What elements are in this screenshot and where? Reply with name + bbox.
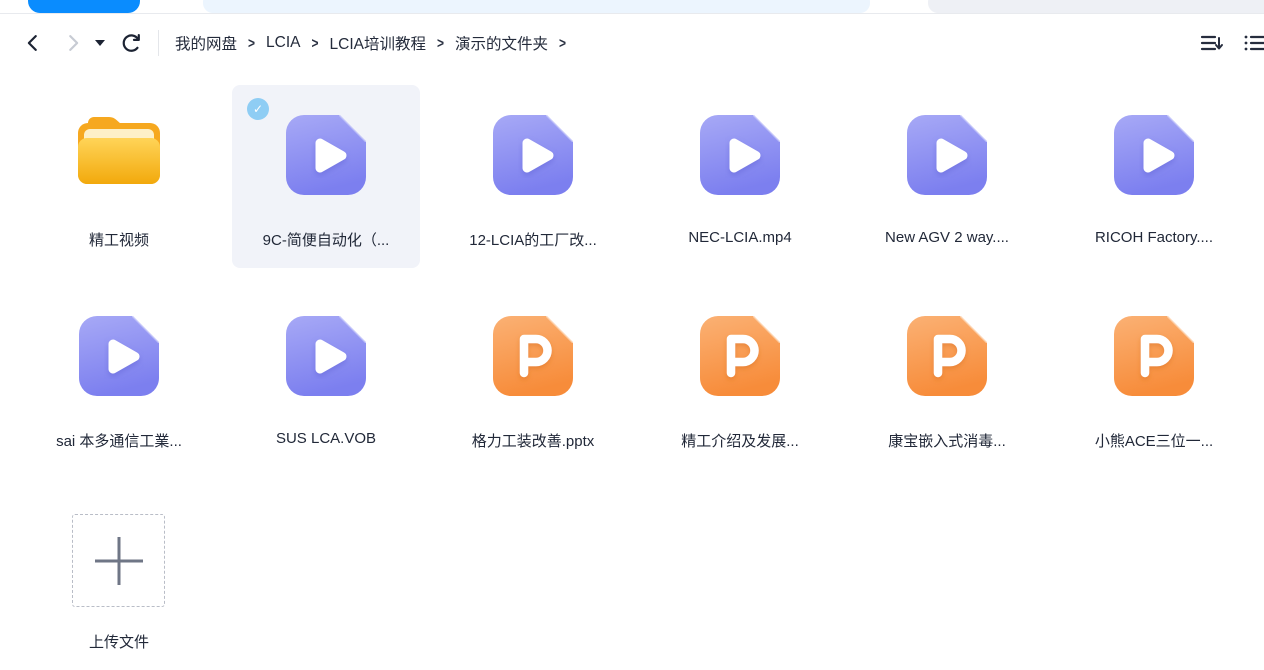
refresh-icon [120, 32, 143, 55]
plus-icon [91, 533, 147, 589]
file-tile-ppt[interactable]: 精工介绍及发展... [646, 286, 834, 469]
toolbar-divider [158, 30, 159, 56]
file-name: RICOH Factory.... [1060, 229, 1248, 246]
breadcrumb-item[interactable]: 演示的文件夹 [455, 32, 548, 54]
file-name: SUS LCA.VOB [232, 430, 420, 447]
file-name: 小熊ACE三位一... [1060, 430, 1248, 451]
ppt-file-icon [491, 314, 575, 398]
folder-icon [72, 112, 166, 190]
forward-icon [62, 32, 84, 54]
file-tile-ppt[interactable]: 格力工装改善.pptx [439, 286, 627, 469]
video-file-icon [491, 113, 575, 197]
history-caret-icon [95, 40, 105, 46]
inactive-tab[interactable] [203, 0, 870, 13]
upload-file-tile[interactable]: 上传文件 [25, 487, 213, 670]
active-tab-pill[interactable] [28, 0, 140, 13]
file-tile-video[interactable]: 12-LCIA的工厂改... [439, 85, 627, 268]
history-dropdown-button[interactable] [92, 30, 108, 56]
inactive-tab-right[interactable] [928, 0, 1264, 13]
ppt-file-icon [698, 314, 782, 398]
file-name: 精工介绍及发展... [646, 430, 834, 451]
list-view-button[interactable] [1240, 28, 1264, 58]
file-tile-ppt[interactable]: 小熊ACE三位一... [1060, 286, 1248, 469]
file-name: 12-LCIA的工厂改... [439, 229, 627, 250]
breadcrumb-separator-icon: > [248, 34, 255, 52]
toolbar-right [1196, 14, 1264, 72]
upload-label: 上传文件 [25, 631, 213, 652]
breadcrumb-separator-icon: > [559, 34, 566, 52]
file-tile-video[interactable]: New AGV 2 way.... [853, 85, 1041, 268]
selected-check-badge[interactable]: ✓ [247, 98, 269, 120]
breadcrumb-separator-icon: > [312, 34, 319, 52]
breadcrumb-item[interactable]: 我的网盘 [175, 32, 237, 54]
forward-button[interactable] [60, 30, 86, 56]
video-file-icon [284, 113, 368, 197]
file-tile-video[interactable]: sai 本多通信工業... [25, 286, 213, 469]
toolbar: 我的网盘 > LCIA > LCIA培训教程 > 演示的文件夹 > [0, 14, 1264, 72]
breadcrumb: 我的网盘 > LCIA > LCIA培训教程 > 演示的文件夹 > [175, 32, 577, 54]
back-button[interactable] [20, 30, 46, 56]
file-manager-window: 我的网盘 > LCIA > LCIA培训教程 > 演示的文件夹 > [0, 0, 1264, 670]
file-name: 9C-简便自动化（... [232, 229, 420, 250]
file-name: NEC-LCIA.mp4 [646, 229, 834, 246]
file-tile-video[interactable]: ✓ 9C-简便自动化（... [232, 85, 420, 268]
video-file-icon [905, 113, 989, 197]
upload-dropzone[interactable] [72, 514, 165, 607]
file-tile-video[interactable]: NEC-LCIA.mp4 [646, 85, 834, 268]
video-file-icon [698, 113, 782, 197]
ppt-file-icon [905, 314, 989, 398]
file-name: 康宝嵌入式消毒... [853, 430, 1041, 451]
file-name: sai 本多通信工業... [25, 430, 213, 451]
video-file-icon [284, 314, 368, 398]
file-tile-video[interactable]: SUS LCA.VOB [232, 286, 420, 469]
sort-button[interactable] [1196, 28, 1226, 58]
breadcrumb-separator-icon: > [437, 34, 444, 52]
ppt-file-icon [1112, 314, 1196, 398]
file-name: 精工视频 [25, 229, 213, 250]
file-name: New AGV 2 way.... [853, 229, 1041, 246]
file-name: 格力工装改善.pptx [439, 430, 627, 451]
video-file-icon [1112, 113, 1196, 197]
list-view-icon [1242, 30, 1264, 56]
breadcrumb-item[interactable]: LCIA培训教程 [330, 32, 426, 54]
video-file-icon [77, 314, 161, 398]
sort-icon [1198, 30, 1224, 56]
refresh-button[interactable] [118, 30, 144, 56]
file-tile-ppt[interactable]: 康宝嵌入式消毒... [853, 286, 1041, 469]
file-tile-folder[interactable]: 精工视频 [25, 85, 213, 268]
file-grid: 精工视频 ✓ 9C-简便自动化（... 12-LCIA的工厂改... [25, 85, 1248, 670]
file-tile-video[interactable]: RICOH Factory.... [1060, 85, 1248, 268]
window-tab-strip [0, 0, 1264, 14]
back-icon [22, 32, 44, 54]
breadcrumb-item[interactable]: LCIA [266, 34, 300, 52]
